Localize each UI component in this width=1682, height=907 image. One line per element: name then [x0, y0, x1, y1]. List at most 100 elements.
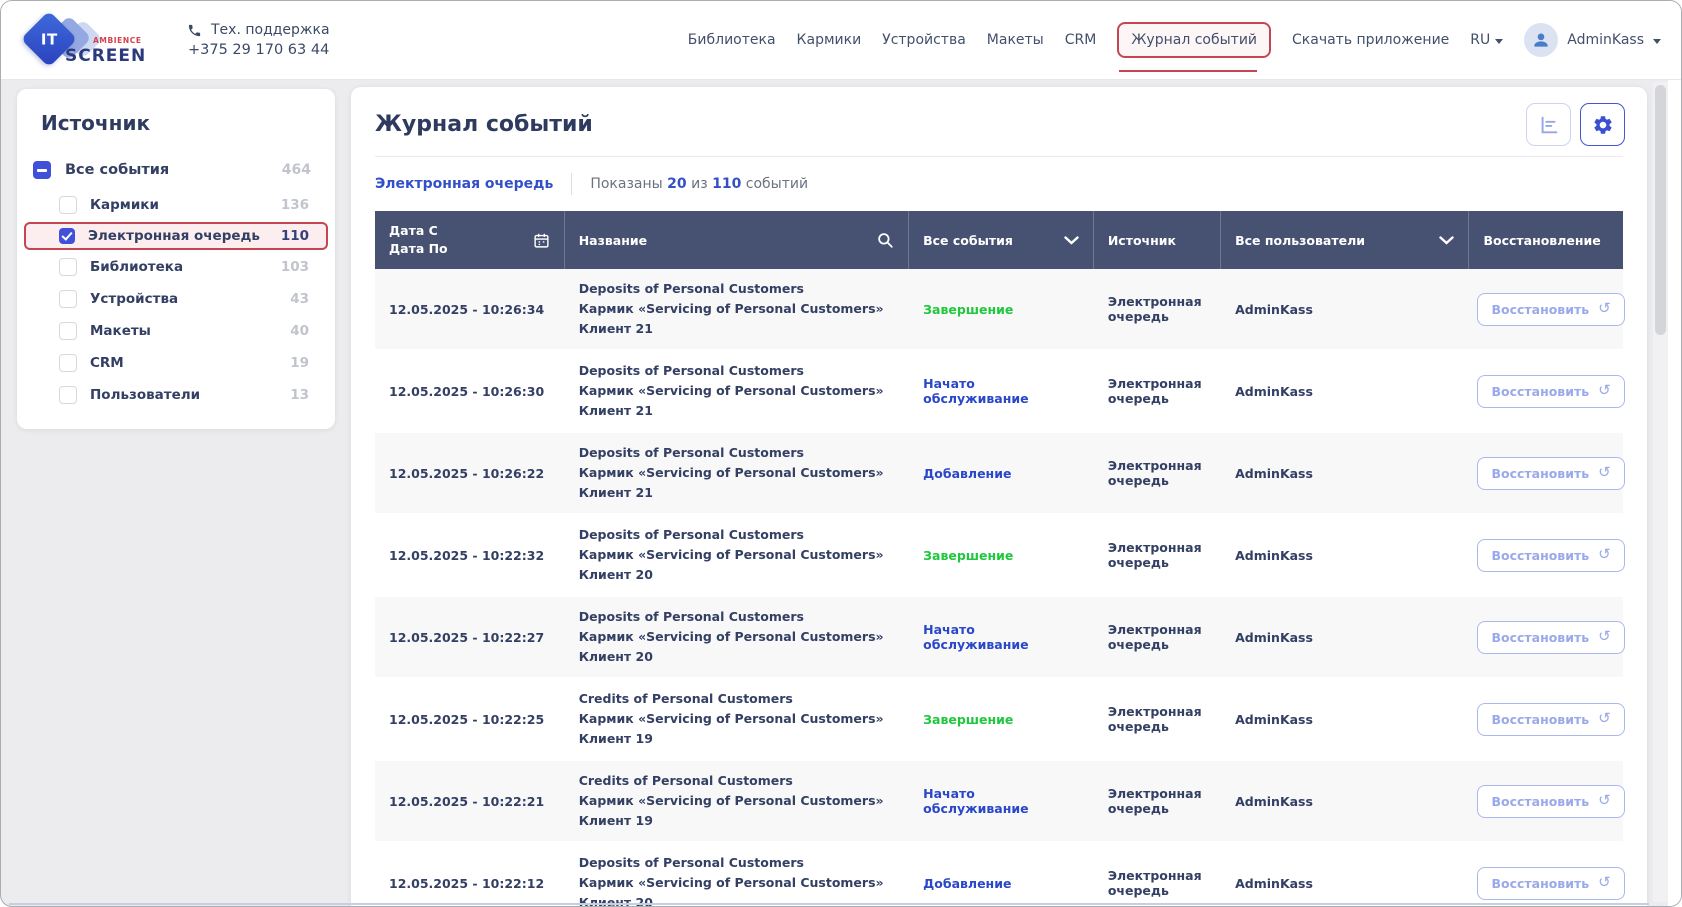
- nav-item-макеты[interactable]: Макеты: [987, 32, 1044, 48]
- tree-item-label: Макеты: [90, 323, 277, 339]
- restore-button[interactable]: Восстановить ↺: [1477, 785, 1624, 818]
- divider: [571, 173, 572, 195]
- app-window: IT AMBIENCE SCREEN Тех. поддержка +375 2…: [0, 0, 1682, 907]
- restore-icon: ↺: [1598, 465, 1611, 480]
- tree-item-count: 40: [290, 323, 309, 339]
- checkbox[interactable]: [59, 196, 77, 214]
- restore-button[interactable]: Восстановить ↺: [1477, 703, 1624, 736]
- shown-count: 20: [667, 176, 686, 192]
- search-icon[interactable]: [876, 231, 894, 249]
- checkbox[interactable]: [59, 258, 77, 276]
- restore-button[interactable]: Восстановить ↺: [1477, 293, 1624, 326]
- calendar-icon[interactable]: [533, 232, 550, 249]
- chart-view-button[interactable]: [1526, 103, 1571, 146]
- tree-item-count: 136: [281, 197, 309, 213]
- bottom-edge-line: [9, 903, 1649, 905]
- cell-user: AdminKass: [1221, 620, 1469, 655]
- source-tree-item[interactable]: CRM 19: [24, 348, 328, 378]
- logo-it-text: IT: [41, 30, 58, 48]
- avatar: [1524, 23, 1558, 57]
- user-menu[interactable]: AdminKass: [1524, 23, 1661, 57]
- table-row: 12.05.2025 - 10:22:32 Deposits of Person…: [375, 515, 1623, 597]
- header-name-search[interactable]: Название: [565, 211, 909, 269]
- cell-event: Начато обслуживание: [909, 612, 1094, 662]
- language-selector[interactable]: RU: [1470, 32, 1503, 48]
- source-tree-item[interactable]: Электронная очередь 110: [24, 222, 328, 250]
- scrollbar-thumb[interactable]: [1655, 85, 1666, 335]
- language-label: RU: [1470, 32, 1490, 48]
- tree-item-count: 103: [281, 259, 309, 275]
- divider: [375, 156, 1623, 157]
- nav-item-active[interactable]: Журнал событий: [1117, 22, 1271, 58]
- cell-source: Электронная очередь: [1094, 612, 1221, 662]
- restore-icon: ↺: [1598, 301, 1611, 316]
- cell-source: Электронная очередь: [1094, 694, 1221, 744]
- checkbox[interactable]: [59, 354, 77, 372]
- cell-restore: Восстановить ↺: [1469, 529, 1623, 582]
- cell-date: 12.05.2025 - 10:22:21: [375, 784, 565, 819]
- checkbox[interactable]: [59, 228, 75, 244]
- nav-item-библиотека[interactable]: Библиотека: [688, 32, 776, 48]
- restore-icon: ↺: [1598, 711, 1611, 726]
- tree-item-label: Кармики: [90, 197, 268, 213]
- shown-count-text: Показаны 20 из 110 событий: [590, 176, 808, 192]
- cell-user: AdminKass: [1221, 866, 1469, 901]
- restore-button[interactable]: Восстановить ↺: [1477, 867, 1624, 900]
- cell-name: Credits of Personal CustomersКармик «Ser…: [565, 761, 909, 841]
- cell-restore: Восстановить ↺: [1469, 283, 1623, 336]
- page-body: Источник Все события 464 Кармики 136 Эле…: [1, 80, 1681, 906]
- support-block: Тех. поддержка +375 29 170 63 44: [187, 22, 330, 58]
- cell-event: Завершение: [909, 292, 1094, 327]
- source-tree-item[interactable]: Пользователи 13: [24, 380, 328, 410]
- cell-event: Начато обслуживание: [909, 776, 1094, 826]
- tree-root-all-events[interactable]: Все события 464: [17, 155, 335, 189]
- cell-date: 12.05.2025 - 10:22:25: [375, 702, 565, 737]
- table-row: 12.05.2025 - 10:26:30 Deposits of Person…: [375, 351, 1623, 433]
- nav-item-устройства[interactable]: Устройства: [882, 32, 966, 48]
- table-body: 12.05.2025 - 10:26:34 Deposits of Person…: [375, 269, 1623, 907]
- cell-name: Credits of Personal CustomersКармик «Ser…: [565, 679, 909, 759]
- cell-source: Электронная очередь: [1094, 448, 1221, 498]
- nav-item-скачать-приложение[interactable]: Скачать приложение: [1292, 32, 1449, 48]
- source-tree-item[interactable]: Устройства 43: [24, 284, 328, 314]
- main-nav: Библиотека Кармики Устройства Макеты CRM Журн…: [688, 22, 1661, 58]
- source-tree-item[interactable]: Макеты 40: [24, 316, 328, 346]
- tree-root-count: 464: [282, 162, 311, 178]
- checkbox[interactable]: [59, 290, 77, 308]
- chevron-down-icon[interactable]: [1064, 236, 1079, 245]
- restore-button[interactable]: Восстановить ↺: [1477, 375, 1624, 408]
- tree-item-label: Библиотека: [90, 259, 268, 275]
- table-row: 12.05.2025 - 10:26:22 Deposits of Person…: [375, 433, 1623, 515]
- restore-button[interactable]: Восстановить ↺: [1477, 539, 1624, 572]
- logo[interactable]: IT AMBIENCE SCREEN: [19, 11, 161, 69]
- restore-button[interactable]: Восстановить ↺: [1477, 621, 1624, 654]
- vertical-scrollbar[interactable]: [1653, 82, 1668, 902]
- cell-restore: Восстановить ↺: [1469, 693, 1623, 746]
- checkbox[interactable]: [59, 322, 77, 340]
- chevron-down-icon: [1653, 39, 1661, 44]
- source-tree-item[interactable]: Кармики 136: [24, 190, 328, 220]
- header-event-dropdown[interactable]: Все события: [909, 211, 1094, 269]
- restore-button[interactable]: Восстановить ↺: [1477, 457, 1624, 490]
- nav-item-crm[interactable]: CRM: [1065, 32, 1097, 48]
- header-date-filter[interactable]: Дата С Дата По: [375, 211, 565, 269]
- header-user-dropdown[interactable]: Все пользователи: [1221, 211, 1469, 269]
- table-row: 12.05.2025 - 10:22:25 Credits of Persona…: [375, 679, 1623, 761]
- toolbar: [1526, 103, 1625, 146]
- chevron-down-icon[interactable]: [1439, 236, 1454, 245]
- event-table: Дата С Дата По Название: [375, 211, 1623, 907]
- indeterminate-checkbox[interactable]: [33, 161, 51, 179]
- header-restore-label: Восстановление: [1483, 233, 1600, 248]
- settings-button[interactable]: [1580, 103, 1625, 146]
- active-filter-link[interactable]: Электронная очередь: [375, 176, 553, 192]
- source-tree-item[interactable]: Библиотека 103: [24, 252, 328, 282]
- nav-item-кармики[interactable]: Кармики: [797, 32, 862, 48]
- cell-restore: Восстановить ↺: [1469, 857, 1623, 907]
- tree-item-label: CRM: [90, 355, 277, 371]
- total-count: 110: [712, 176, 741, 192]
- cell-source: Электронная очередь: [1094, 530, 1221, 580]
- checkbox[interactable]: [59, 386, 77, 404]
- header-user-label: Все пользователи: [1235, 233, 1365, 248]
- sidebar-title: Источник: [41, 111, 335, 135]
- right-gutter: [1668, 80, 1681, 906]
